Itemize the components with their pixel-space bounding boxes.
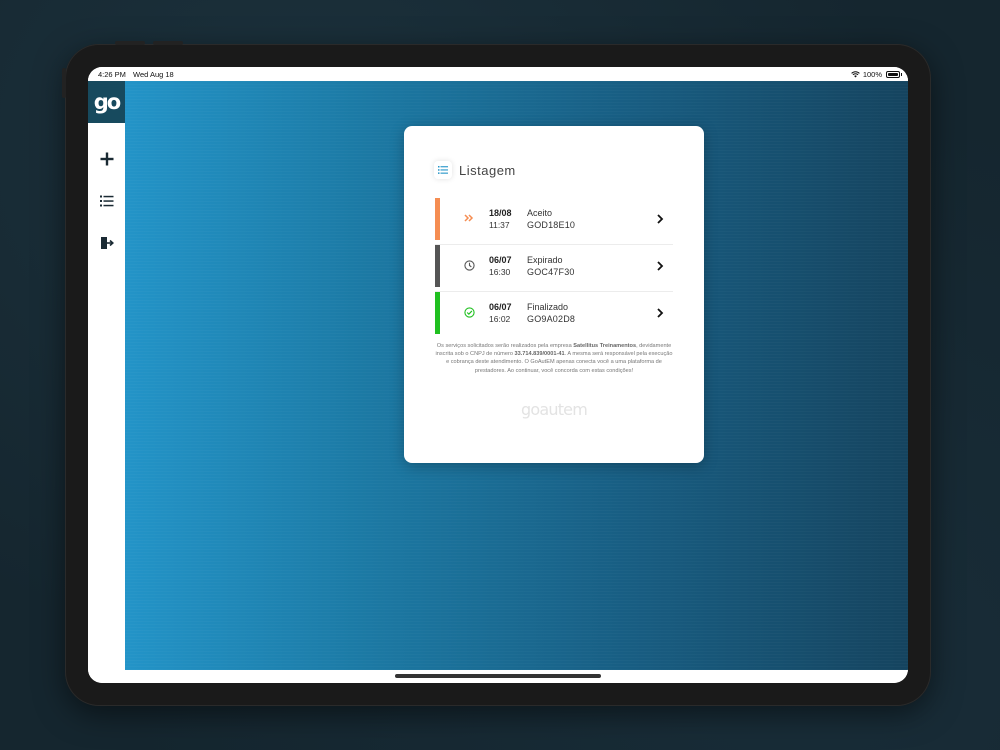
item-code: GOD18E10 (527, 220, 576, 230)
item-date: 06/07 (489, 302, 512, 312)
disclaimer-cnpj: 33.714.839/0001-41 (514, 351, 565, 358)
chevron-right-icon (657, 214, 664, 224)
item-status: Aceito (527, 208, 553, 218)
hardware-button (115, 41, 145, 45)
sidebar-item-new[interactable] (88, 144, 125, 174)
item-code: GOC47F30 (527, 267, 575, 277)
sidebar-item-list[interactable] (88, 186, 125, 216)
list-icon (434, 161, 452, 179)
item-code: GO9A02D8 (527, 314, 576, 324)
wifi-icon (851, 71, 860, 78)
status-right: 100% (851, 70, 882, 79)
plus-icon (100, 152, 113, 166)
list-item[interactable]: 18/08 11:37 Aceito GOD18E10 (435, 198, 673, 245)
item-time: 11:37 (489, 220, 510, 230)
item-status: Finalizado (527, 302, 569, 312)
item-status: Expirado (527, 255, 563, 265)
battery-icon (886, 71, 902, 78)
chevron-right-icon (657, 308, 664, 318)
status-date: Wed Aug 18 (133, 70, 174, 79)
list-item[interactable]: 06/07 16:30 Expirado GOC47F30 (435, 245, 673, 292)
service-list: 18/08 11:37 Aceito GOD18E10 06/07 16:30 … (435, 198, 673, 338)
item-date: 06/07 (489, 255, 512, 265)
clock-icon (463, 259, 475, 271)
status-bar: 4:26 PM Wed Aug 18 100% (88, 67, 908, 81)
hardware-button (153, 41, 183, 45)
list-icon (99, 195, 113, 207)
sidebar: go (88, 81, 125, 683)
battery-percent: 100% (862, 70, 882, 79)
double-chevron-icon (463, 212, 475, 224)
logo-text: go (93, 89, 122, 114)
main-area: Listagem 18/08 11:37 Aceito GOD18E10 06/… (125, 81, 908, 670)
status-color-bar (435, 292, 440, 334)
item-date: 18/08 (489, 208, 512, 218)
disclaimer-text: Os serviços solicitados serão realizados… (434, 342, 674, 375)
status-time: 4:26 PM (98, 70, 126, 79)
app-logo[interactable]: go (88, 81, 125, 123)
status-color-bar (435, 245, 440, 287)
card-title: Listagem (459, 162, 516, 178)
item-time: 16:02 (489, 314, 511, 324)
disclaimer-company: Satellitus Treinamentos (573, 343, 637, 349)
disclaimer-part: Os serviços solicitados serão realizados… (436, 343, 574, 349)
status-color-bar (435, 198, 440, 240)
card-header: Listagem (434, 161, 516, 179)
goautem-logo: goautem (521, 400, 588, 419)
logout-icon (100, 237, 114, 249)
chevron-right-icon (657, 261, 664, 271)
item-time: 16:30 (489, 267, 511, 277)
list-item[interactable]: 06/07 16:02 Finalizado GO9A02D8 (435, 292, 673, 338)
listing-card: Listagem 18/08 11:37 Aceito GOD18E10 06/… (404, 126, 704, 463)
screen: 4:26 PM Wed Aug 18 100% go Listagem 18/0… (88, 67, 908, 683)
hardware-button (62, 68, 66, 98)
home-indicator[interactable] (395, 674, 601, 678)
sidebar-item-logout[interactable] (88, 228, 125, 258)
check-circle-icon (463, 306, 475, 318)
battery-level (888, 73, 898, 76)
